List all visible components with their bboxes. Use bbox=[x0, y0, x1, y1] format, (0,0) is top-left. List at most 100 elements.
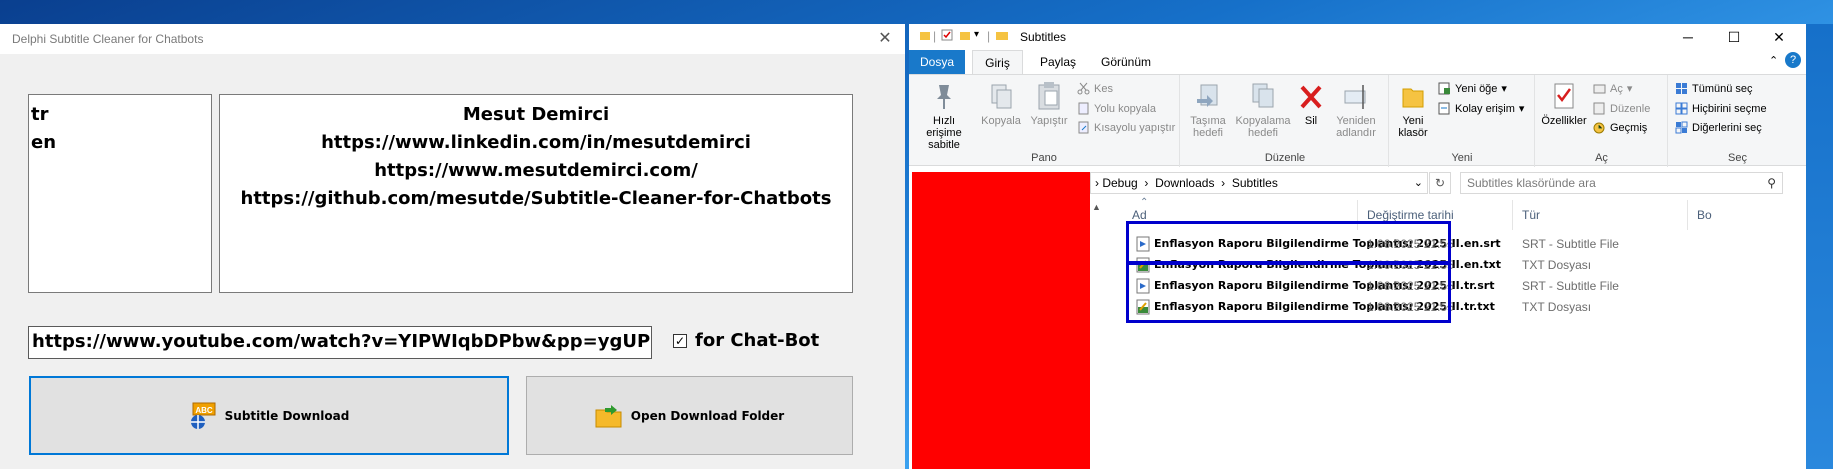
column-size[interactable]: Bo bbox=[1697, 208, 1712, 222]
breadcrumb-debug[interactable]: Debug bbox=[1102, 176, 1137, 190]
new-item-label: Yeni öğe bbox=[1455, 82, 1498, 95]
vertical-scrollbar[interactable]: ▲ bbox=[1090, 200, 1104, 469]
close-icon[interactable]: ✕ bbox=[1759, 27, 1799, 47]
chatbot-checkbox[interactable]: ✓ bbox=[673, 333, 687, 348]
select-none-button[interactable]: Hiçbirini seçme bbox=[1675, 102, 1767, 115]
chatbot-checkbox-row[interactable]: ✓ for Chat-Bot bbox=[673, 330, 819, 351]
move-to-icon bbox=[1195, 81, 1221, 111]
properties-button[interactable]: Özellikler bbox=[1538, 81, 1590, 127]
customize-quick-access-icon[interactable]: ▾ bbox=[974, 29, 979, 40]
tab-giris[interactable]: Giriş bbox=[972, 50, 1023, 74]
history-icon bbox=[1593, 121, 1606, 134]
paste-label: Yapıştır bbox=[1030, 115, 1068, 127]
app-titlebar: Delphi Subtitle Cleaner for Chatbots ✕ bbox=[0, 24, 905, 54]
new-folder-quick-icon[interactable] bbox=[959, 29, 971, 44]
collapse-ribbon-icon[interactable]: ⌃ bbox=[1769, 54, 1778, 67]
address-bar[interactable]: › Debug › Downloads › Subtitles ⌄ bbox=[1090, 172, 1428, 194]
paste-button[interactable]: Yapıştır bbox=[1025, 81, 1073, 127]
select-all-button[interactable]: Tümünü seç bbox=[1675, 82, 1753, 95]
paste-shortcut-button[interactable]: Kısayolu yapıştır bbox=[1077, 121, 1175, 134]
open-download-folder-button[interactable]: Open Download Folder bbox=[526, 376, 853, 455]
highlight-box-tr bbox=[1126, 262, 1451, 323]
cut-button[interactable]: Kes bbox=[1077, 82, 1113, 95]
new-folder-button[interactable]: Yeni klasör bbox=[1392, 81, 1434, 139]
delete-button[interactable]: Sil bbox=[1296, 81, 1326, 127]
language-list[interactable]: tr en bbox=[28, 94, 212, 293]
delete-x-icon bbox=[1298, 81, 1324, 111]
history-label: Geçmiş bbox=[1610, 121, 1648, 134]
dropdown-arrow-icon: ▾ bbox=[1626, 83, 1633, 95]
github-link[interactable]: https://github.com/mesutde/Subtitle-Clea… bbox=[220, 185, 852, 213]
tab-paylas[interactable]: Paylaş bbox=[1033, 50, 1083, 74]
delete-label: Sil bbox=[1304, 115, 1318, 127]
breadcrumb-downloads[interactable]: Downloads bbox=[1155, 176, 1214, 190]
paste-shortcut-icon bbox=[1077, 121, 1090, 134]
rename-button[interactable]: Yeniden adlandır bbox=[1328, 81, 1384, 139]
copy-to-button[interactable]: Kopyalama hedefi bbox=[1234, 81, 1292, 139]
highlight-box-en bbox=[1126, 221, 1451, 264]
website-link[interactable]: https://www.mesutdemirci.com/ bbox=[220, 157, 852, 185]
edit-button[interactable]: Düzenle bbox=[1593, 102, 1650, 115]
invert-selection-button[interactable]: Diğerlerini seç bbox=[1675, 121, 1762, 134]
edit-label: Düzenle bbox=[1610, 102, 1651, 115]
file-type: SRT - Subtitle File bbox=[1522, 279, 1619, 293]
chevron-down-icon[interactable]: ⌄ bbox=[1414, 173, 1423, 193]
copy-button[interactable]: Kopyala bbox=[979, 81, 1023, 127]
ribbon-group-sec: Tümünü seç Hiçbirini seçme Diğerlerini s… bbox=[1669, 75, 1806, 167]
open-download-folder-label: Open Download Folder bbox=[630, 408, 785, 423]
paste-icon bbox=[1036, 81, 1062, 111]
properties-quick-icon[interactable] bbox=[941, 29, 953, 44]
close-icon[interactable]: ✕ bbox=[875, 29, 895, 49]
explorer-titlebar: | ▾ | Subtitles ─ ☐ ✕ bbox=[909, 24, 1806, 50]
minimize-icon[interactable]: ─ bbox=[1668, 27, 1708, 47]
ribbon: Hızlı erişime sabitle Kopyala Yapıştır K… bbox=[909, 74, 1806, 167]
rename-label: Yeniden adlandır bbox=[1336, 115, 1376, 139]
rename-icon bbox=[1343, 81, 1369, 111]
folder-title-icon bbox=[995, 29, 1009, 44]
subtitle-download-label: Subtitle Download bbox=[224, 408, 350, 423]
pin-label: Hızlı erişime sabitle bbox=[926, 115, 962, 151]
column-divider[interactable] bbox=[1512, 200, 1513, 230]
help-icon[interactable]: ? bbox=[1785, 52, 1801, 68]
breadcrumb-subtitles[interactable]: Subtitles bbox=[1232, 176, 1278, 190]
open-button[interactable]: Aç ▾ bbox=[1593, 82, 1632, 95]
open-icon bbox=[1593, 82, 1606, 95]
group-label-pano: Pano bbox=[1031, 152, 1057, 164]
file-type: TXT Dosyası bbox=[1522, 258, 1592, 272]
column-name[interactable]: Ad bbox=[1132, 208, 1147, 222]
tab-dosya[interactable]: Dosya bbox=[909, 50, 965, 74]
ribbon-group-ac: Özellikler Aç ▾ Düzenle Geçmiş Aç bbox=[1536, 75, 1668, 167]
refresh-icon[interactable]: ↻ bbox=[1429, 172, 1451, 194]
history-button[interactable]: Geçmiş bbox=[1593, 121, 1647, 134]
column-date[interactable]: Değiştirme tarihi bbox=[1367, 208, 1454, 222]
redacted-navigation-pane bbox=[912, 172, 1090, 469]
maximize-icon[interactable]: ☐ bbox=[1714, 27, 1754, 47]
search-input[interactable]: Subtitles klasöründe ara ⚲ bbox=[1460, 172, 1783, 194]
group-label-duzenle: Düzenle bbox=[1264, 152, 1306, 164]
pin-quick-access-button[interactable]: Hızlı erişime sabitle bbox=[914, 81, 974, 151]
scissors-icon bbox=[1077, 82, 1090, 95]
tab-gorunum[interactable]: Görünüm bbox=[1091, 50, 1161, 74]
linkedin-link[interactable]: https://www.linkedin.com/in/mesutdemirci bbox=[220, 129, 852, 157]
copy-label: Kopyala bbox=[981, 115, 1021, 127]
chevron-right-icon: › bbox=[1095, 176, 1099, 190]
move-to-button[interactable]: Taşıma hedefi bbox=[1186, 81, 1230, 139]
language-item[interactable]: en bbox=[31, 129, 209, 157]
group-label-yeni: Yeni bbox=[1451, 152, 1473, 164]
new-item-button[interactable]: Yeni öğe ▾ bbox=[1438, 82, 1507, 95]
select-none-icon bbox=[1675, 102, 1688, 115]
subtitle-download-button[interactable]: ABC Subtitle Download bbox=[29, 376, 509, 455]
copy-path-button[interactable]: Yolu kopyala bbox=[1077, 102, 1156, 115]
language-item[interactable]: tr bbox=[31, 101, 209, 129]
sort-ascending-icon: ⌃ bbox=[1140, 197, 1149, 208]
subtitle-download-icon: ABC bbox=[189, 402, 217, 430]
scroll-up-arrow-icon[interactable]: ▲ bbox=[1092, 202, 1101, 212]
copy-icon bbox=[988, 81, 1014, 111]
edit-icon bbox=[1593, 102, 1606, 115]
app-title: Delphi Subtitle Cleaner for Chatbots bbox=[12, 32, 204, 46]
url-input[interactable]: https://www.youtube.com/watch?v=YIPWIqbD… bbox=[28, 326, 652, 359]
easy-access-button[interactable]: Kolay erişim ▾ bbox=[1438, 102, 1524, 115]
column-type[interactable]: Tür bbox=[1522, 208, 1540, 222]
folder-open-icon bbox=[595, 402, 623, 430]
column-divider[interactable] bbox=[1687, 200, 1688, 230]
